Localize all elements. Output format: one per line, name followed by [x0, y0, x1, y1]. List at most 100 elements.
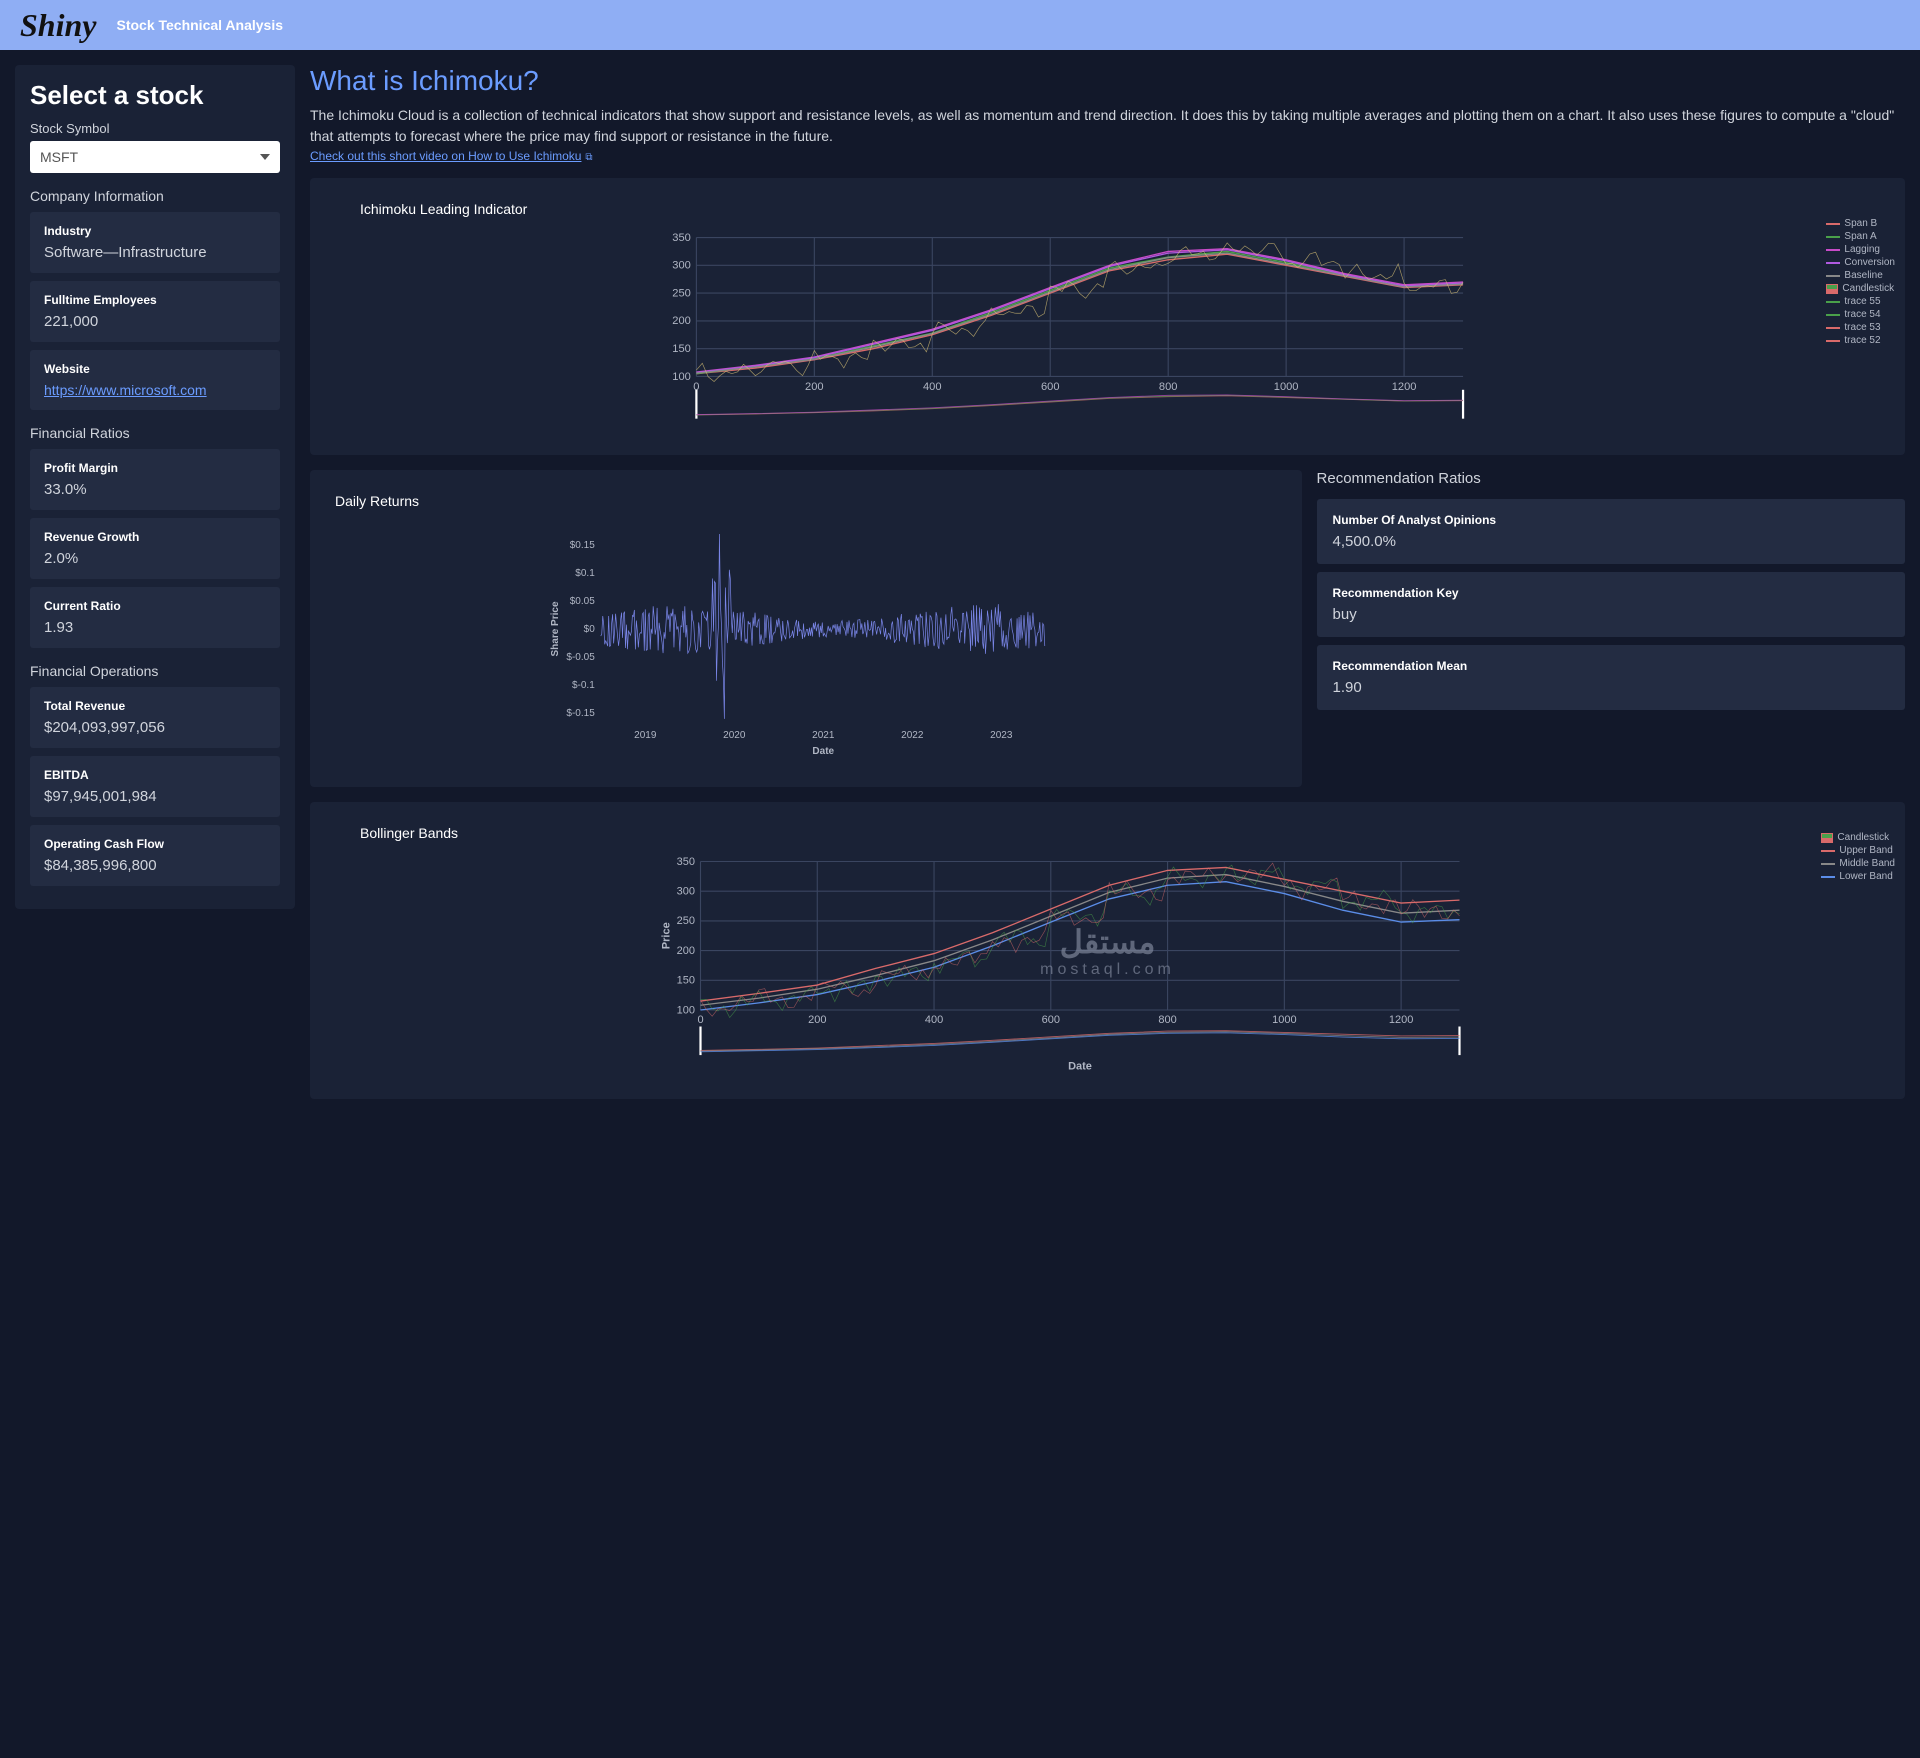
main-content: What is Ichimoku? The Ichimoku Cloud is …: [310, 65, 1905, 1099]
financial-ratio-value: 1.93: [44, 619, 266, 636]
svg-text:600: 600: [1042, 1014, 1060, 1026]
svg-text:$0.1: $0.1: [575, 568, 595, 579]
svg-text:200: 200: [805, 381, 824, 393]
legend-item[interactable]: Baseline: [1826, 270, 1895, 281]
stock-symbol-value: MSFT: [40, 149, 78, 165]
svg-text:Date: Date: [1068, 1060, 1092, 1072]
legend-item[interactable]: trace 53: [1826, 322, 1895, 333]
svg-text:200: 200: [672, 315, 691, 327]
financial-ratios-title: Financial Ratios: [30, 425, 280, 441]
page-description: The Ichimoku Cloud is a collection of te…: [310, 105, 1905, 147]
company-info-link[interactable]: https://www.microsoft.com: [44, 382, 207, 398]
financial-op-card: EBITDA $97,945,001,984: [30, 756, 280, 817]
bollinger-legend: Candlestick Upper Band Middle Band Lower Ba…: [1821, 832, 1895, 884]
legend-item[interactable]: trace 55: [1826, 296, 1895, 307]
chevron-down-icon: [260, 154, 270, 160]
ichimoku-title: Ichimoku Leading Indicator: [360, 201, 1880, 217]
svg-text:2019: 2019: [634, 730, 657, 741]
financial-ratio-card: Revenue Growth 2.0%: [30, 518, 280, 579]
financial-op-card: Total Revenue $204,093,997,056: [30, 687, 280, 748]
daily-returns-panel: Daily Returns $-0.15$-0.1$-0.05$0$0.05$0…: [310, 470, 1302, 787]
financial-op-value: $97,945,001,984: [44, 788, 266, 805]
legend-item[interactable]: trace 52: [1826, 335, 1895, 346]
company-info-card: Website https://www.microsoft.com: [30, 350, 280, 410]
recommendations-column: Recommendation Ratios Number Of Analyst …: [1317, 470, 1905, 787]
svg-text:350: 350: [672, 232, 691, 244]
recommendation-value: 1.90: [1333, 679, 1889, 696]
financial-ratio-label: Current Ratio: [44, 599, 266, 613]
financial-op-card: Operating Cash Flow $84,385,996,800: [30, 825, 280, 886]
svg-text:250: 250: [677, 915, 695, 927]
financial-ratio-value: 2.0%: [44, 550, 266, 567]
svg-text:300: 300: [677, 886, 695, 898]
legend-item[interactable]: Candlestick: [1821, 832, 1895, 843]
bollinger-chart[interactable]: 100150200250300350020040060080010001200P…: [335, 856, 1880, 1076]
svg-text:2020: 2020: [723, 730, 746, 741]
svg-text:Price: Price: [661, 922, 673, 949]
svg-text:150: 150: [672, 343, 691, 355]
symbol-label: Stock Symbol: [30, 121, 280, 136]
legend-item[interactable]: Lower Band: [1821, 871, 1895, 882]
company-info-label: Industry: [44, 224, 266, 238]
recommendation-label: Recommendation Key: [1333, 586, 1889, 600]
legend-item[interactable]: Candlestick: [1826, 283, 1895, 294]
svg-text:100: 100: [672, 371, 691, 383]
svg-text:2021: 2021: [812, 730, 835, 741]
svg-text:$0: $0: [584, 624, 596, 635]
intro-block: What is Ichimoku? The Ichimoku Cloud is …: [310, 65, 1905, 163]
stock-symbol-select[interactable]: MSFT: [30, 141, 280, 173]
legend-item[interactable]: Middle Band: [1821, 858, 1895, 869]
svg-text:200: 200: [677, 945, 695, 957]
legend-item[interactable]: Lagging: [1826, 244, 1895, 255]
financial-op-label: EBITDA: [44, 768, 266, 782]
external-link-icon: ⧉: [585, 152, 592, 163]
legend-item[interactable]: Conversion: [1826, 257, 1895, 268]
financial-ratio-label: Revenue Growth: [44, 530, 266, 544]
svg-text:2022: 2022: [901, 730, 924, 741]
svg-text:$0.15: $0.15: [570, 540, 595, 551]
svg-text:400: 400: [923, 381, 942, 393]
ichimoku-legend: Span B Span A Lagging Conversion Baseline Can…: [1826, 218, 1895, 348]
legend-item[interactable]: Upper Band: [1821, 845, 1895, 856]
sidebar-heading: Select a stock: [30, 80, 280, 111]
financial-op-value: $204,093,997,056: [44, 719, 266, 736]
recommendation-label: Number Of Analyst Opinions: [1333, 513, 1889, 527]
recommendations-title: Recommendation Ratios: [1317, 470, 1905, 487]
svg-text:1200: 1200: [1392, 381, 1417, 393]
app-title: Stock Technical Analysis: [116, 17, 283, 33]
recommendation-value: buy: [1333, 606, 1889, 623]
daily-returns-title: Daily Returns: [335, 493, 1277, 509]
financial-op-value: $84,385,996,800: [44, 857, 266, 874]
ichimoku-chart[interactable]: 100150200250300350020040060080010001200: [335, 232, 1880, 432]
company-info-value: Software—Infrastructure: [44, 244, 266, 261]
svg-text:$0.05: $0.05: [570, 596, 595, 607]
svg-text:Date: Date: [812, 746, 834, 757]
svg-text:800: 800: [1159, 381, 1178, 393]
svg-text:150: 150: [677, 975, 695, 987]
svg-text:600: 600: [1041, 381, 1060, 393]
financial-ratio-card: Profit Margin33.0%: [30, 449, 280, 510]
financial-ratio-card: Current Ratio 1.93: [30, 587, 280, 648]
svg-text:400: 400: [925, 1014, 943, 1026]
app-header: Shiny Stock Technical Analysis: [0, 0, 1920, 50]
daily-returns-chart[interactable]: $-0.15$-0.1$-0.05$0$0.05$0.1$0.152019202…: [335, 524, 1277, 764]
company-info-label: Website: [44, 362, 266, 376]
legend-item[interactable]: Span B: [1826, 218, 1895, 229]
page-heading: What is Ichimoku?: [310, 65, 1905, 97]
svg-text:2023: 2023: [990, 730, 1013, 741]
legend-item[interactable]: trace 54: [1826, 309, 1895, 320]
svg-text:200: 200: [808, 1014, 826, 1026]
recommendation-card: Number Of Analyst Opinions4,500.0%: [1317, 499, 1905, 564]
ichimoku-panel: Ichimoku Leading Indicator 100 150 200 250 3…: [310, 178, 1905, 455]
svg-text:$-0.05: $-0.05: [566, 652, 595, 663]
svg-text:1000: 1000: [1272, 1014, 1296, 1026]
svg-text:Share Price: Share Price: [550, 601, 561, 656]
financial-op-label: Operating Cash Flow: [44, 837, 266, 851]
svg-text:0: 0: [697, 1014, 703, 1026]
svg-text:1200: 1200: [1389, 1014, 1413, 1026]
svg-text:300: 300: [672, 260, 691, 272]
svg-text:250: 250: [672, 287, 691, 299]
financial-op-label: Total Revenue: [44, 699, 266, 713]
video-link[interactable]: Check out this short video on How to Use…: [310, 149, 581, 163]
legend-item[interactable]: Span A: [1826, 231, 1895, 242]
